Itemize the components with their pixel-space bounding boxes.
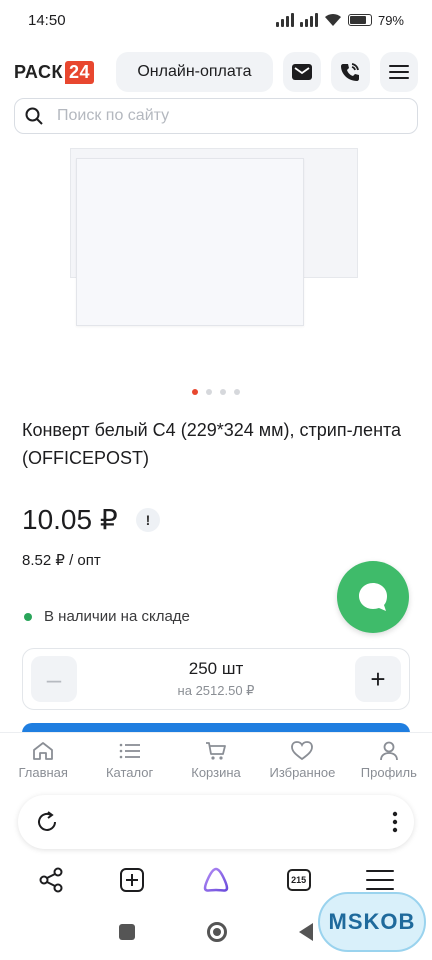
- profile-icon: [379, 741, 398, 761]
- reload-icon[interactable]: [34, 809, 60, 835]
- mail-icon: [292, 64, 313, 80]
- signal-icon-2: [299, 13, 318, 27]
- carousel-dot[interactable]: [220, 389, 226, 395]
- increase-quantity-button[interactable]: +: [355, 656, 401, 702]
- search-icon: [25, 107, 43, 125]
- home-button[interactable]: [207, 922, 227, 942]
- decrease-quantity-button[interactable]: –: [31, 656, 77, 702]
- search-bar[interactable]: [14, 98, 418, 134]
- quantity-total: на 2512.50 ₽: [177, 683, 255, 698]
- product-title: Конверт белый С4 (229*324 мм), стрип-лен…: [22, 420, 402, 468]
- new-tab-icon[interactable]: [119, 867, 145, 893]
- quantity-value[interactable]: 250 шт: [77, 659, 355, 679]
- more-options-icon[interactable]: [392, 811, 398, 833]
- stock-indicator: [24, 612, 32, 621]
- online-payment-button[interactable]: Онлайн-оплата: [115, 52, 273, 92]
- carousel-dot[interactable]: [206, 389, 212, 395]
- menu-icon: [388, 65, 409, 79]
- quantity-stepper: – 250 шт на 2512.50 ₽ +: [22, 648, 410, 710]
- wholesale-price: 8.52 ₽ / опт: [22, 552, 101, 569]
- nav-favorites[interactable]: Избранное: [259, 733, 345, 788]
- heart-icon: [291, 741, 314, 761]
- site-logo[interactable]: РАСК 24: [14, 60, 110, 84]
- back-button[interactable]: [299, 923, 313, 941]
- stock-status: В наличии на складе: [24, 608, 190, 625]
- bottom-navigation: Главная Каталог Корзина Избранное Профил…: [0, 732, 432, 788]
- watermark-logo: MSKOB: [318, 892, 426, 952]
- alice-assistant-icon[interactable]: [201, 865, 231, 895]
- nav-catalog[interactable]: Каталог: [86, 733, 172, 788]
- chat-icon: [359, 583, 387, 611]
- status-time: 14:50: [28, 11, 66, 29]
- recent-apps-button[interactable]: [119, 924, 135, 940]
- browser-address-bar[interactable]: [18, 795, 414, 849]
- status-bar: 14:50 79%: [0, 0, 432, 40]
- stock-label: В наличии на складе: [44, 608, 190, 625]
- nav-cart[interactable]: Корзина: [173, 733, 259, 788]
- carousel-dots: [0, 389, 432, 395]
- product-image[interactable]: [70, 140, 370, 330]
- cart-icon: [206, 742, 226, 760]
- browser-menu-icon[interactable]: [366, 869, 395, 891]
- battery-icon: [347, 14, 372, 26]
- catalog-icon: [119, 743, 140, 759]
- phone-icon: [341, 63, 360, 81]
- nav-home[interactable]: Главная: [0, 733, 86, 788]
- share-icon[interactable]: [38, 867, 64, 893]
- chat-button[interactable]: [337, 561, 409, 633]
- price-info-icon[interactable]: !: [136, 508, 160, 532]
- product-price: 10.05 ₽: [22, 504, 118, 535]
- battery-level: 79%: [377, 12, 404, 28]
- phone-button[interactable]: [331, 52, 370, 92]
- envelope-front: [76, 158, 304, 326]
- menu-button[interactable]: [379, 52, 418, 92]
- wifi-icon: [324, 13, 341, 26]
- site-header: РАСК 24 Онлайн-оплата: [0, 50, 432, 94]
- tabs-count-button[interactable]: 215: [286, 869, 311, 891]
- search-input[interactable]: [57, 107, 357, 125]
- carousel-dot[interactable]: [234, 389, 240, 395]
- carousel-dot[interactable]: [192, 389, 198, 395]
- mail-button[interactable]: [283, 52, 322, 92]
- signal-icon: [275, 13, 294, 27]
- nav-profile[interactable]: Профиль: [346, 733, 432, 788]
- home-icon: [33, 742, 54, 760]
